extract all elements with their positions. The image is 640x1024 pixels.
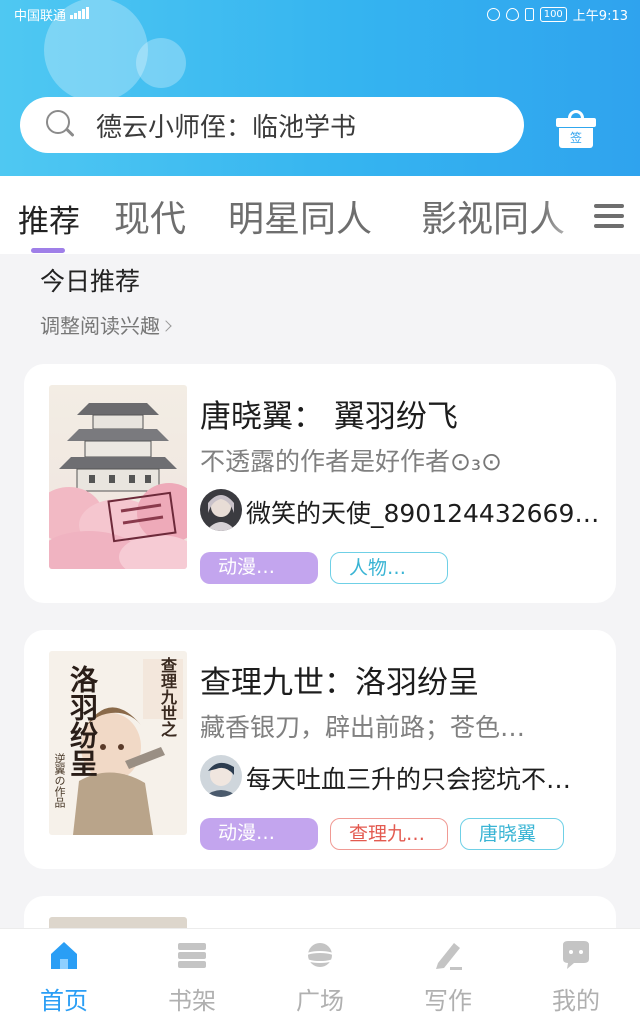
tag[interactable]: 查理九… (330, 818, 448, 850)
vpn-icon (486, 8, 500, 21)
chevron-right-icon (160, 320, 172, 332)
nav-label: 我的 (552, 987, 600, 1015)
adjust-interests-link[interactable]: 调整阅读兴趣 (40, 310, 172, 339)
tag[interactable]: 动漫… (200, 552, 318, 584)
nav-square[interactable]: 广场 (256, 929, 384, 1024)
eye-icon (505, 8, 519, 21)
book-cover: 洛羽纷呈 查理九世之 逆翼の作品 (49, 651, 187, 835)
status-bar: 中国联通 100 上午9:13 (0, 0, 640, 26)
signal-icon (70, 7, 89, 19)
cover-title-side: 查理九世之 (158, 657, 177, 737)
chat-bubble-icon (560, 939, 592, 971)
header: 中国联通 100 上午9:13 德云小师侄：临池学书 签 (0, 0, 640, 176)
nav-label: 首页 (40, 987, 88, 1015)
tab-fade (540, 184, 600, 248)
book-card[interactable]: 唐晓翼： 翼羽纷飞 不透露的作者是好作者⊙₃⊙ 微笑的天使_8901244326… (24, 364, 616, 603)
active-tab-indicator (31, 248, 65, 253)
book-description: 不透露的作者是好作者⊙₃⊙ (200, 442, 600, 478)
author-name[interactable]: 微笑的天使_890124432669… (246, 494, 616, 530)
book-cover (49, 385, 187, 569)
book-title: 查理九世：洛羽纷呈 (200, 665, 479, 701)
clock: 上午9:13 (572, 9, 628, 24)
checkin-label: 签 (569, 131, 582, 145)
tab-celebrity-fanfic[interactable]: 明星同人 (228, 190, 372, 242)
vibrate-icon (524, 8, 534, 21)
bookshelf-icon (176, 939, 208, 971)
planet-icon (303, 939, 337, 971)
search-icon (46, 110, 76, 140)
nav-write[interactable]: 写作 (384, 929, 512, 1024)
book-description: 藏香银刀，辟出前路；苍色… (200, 713, 526, 742)
book-card[interactable]: 洛羽纷呈 查理九世之 逆翼の作品 查理九世：洛羽纷呈 藏香银刀，辟出前路；苍色…… (24, 630, 616, 869)
home-icon (48, 939, 80, 971)
decor-bubble (136, 38, 186, 88)
battery-icon: 100 (539, 7, 567, 22)
nav-mine[interactable]: 我的 (512, 929, 640, 1024)
carrier-label: 中国联通 (14, 9, 67, 24)
tag[interactable]: 唐晓翼 (460, 818, 564, 850)
pen-icon (432, 939, 464, 971)
book-description-text: 不透露的作者是好作者 (200, 447, 451, 476)
book-title: 唐晓翼： 翼羽纷飞 (200, 399, 458, 435)
cover-credit: 逆翼の作品 (53, 753, 66, 808)
tag[interactable]: 动漫… (200, 818, 318, 850)
nav-home[interactable]: 首页 (0, 929, 128, 1024)
status-right: 100 上午9:13 (486, 5, 628, 24)
nav-bookshelf[interactable]: 书架 (128, 929, 256, 1024)
nav-label: 书架 (168, 987, 216, 1015)
nav-label: 写作 (424, 987, 472, 1015)
menu-icon[interactable] (594, 200, 628, 232)
author-name[interactable]: 每天吐血三升的只会挖坑不… (246, 760, 616, 796)
bottom-nav: 首页 书架 广场 写作 我的 (0, 928, 640, 1024)
search-input[interactable]: 德云小师侄：临池学书 (96, 107, 356, 144)
checkin-button[interactable]: 签 (556, 110, 596, 148)
cover-title-main: 洛羽纷呈 (66, 665, 99, 777)
tag[interactable]: 人物… (330, 552, 448, 584)
search-bar[interactable]: 德云小师侄：临池学书 (20, 97, 524, 153)
emoticon: ⊙₃⊙ (450, 447, 502, 476)
avatar (200, 755, 242, 797)
avatar (200, 489, 242, 531)
adjust-interests-label: 调整阅读兴趣 (40, 314, 160, 338)
tab-modern[interactable]: 现代 (114, 190, 186, 242)
nav-label: 广场 (296, 987, 344, 1015)
tab-recommend[interactable]: 推荐 (18, 196, 80, 241)
section-title: 今日推荐 (40, 267, 141, 296)
